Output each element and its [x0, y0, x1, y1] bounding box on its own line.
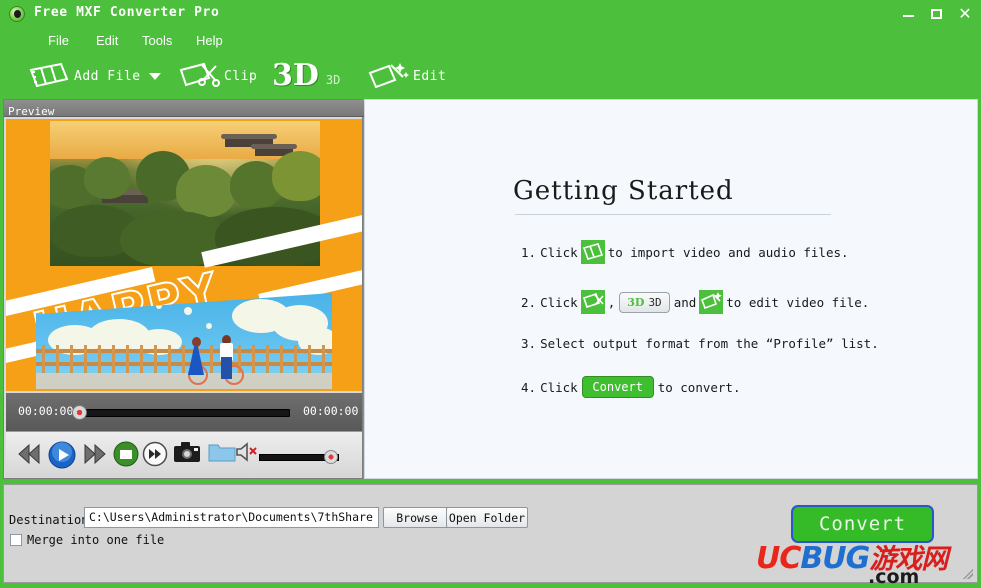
browse-button[interactable]: Browse: [383, 507, 451, 528]
preview-label: Preview: [8, 103, 54, 120]
three-d-badge-label: 3D: [648, 296, 661, 309]
step-3-number: 3.: [521, 336, 536, 351]
step-2: 2. Click , 3D 3D and: [521, 290, 869, 314]
three-d-button[interactable]: 3D 3D: [272, 55, 340, 97]
step-3: 3. Select output format from the “Profil…: [521, 336, 879, 351]
step-2-pre: Click: [540, 295, 578, 310]
player-controls: [6, 431, 362, 477]
speaker-mute-icon[interactable]: [235, 441, 259, 467]
window-title: Free MXF Converter Pro: [34, 5, 219, 20]
preview-panel: Preview: [3, 99, 363, 479]
step-4-post: to convert.: [658, 380, 741, 395]
magic-wand-edit-icon: [367, 61, 409, 91]
clip-icon[interactable]: [581, 290, 605, 314]
step-1: 1. Click to import video and audio files…: [521, 240, 849, 264]
edit-button[interactable]: Edit: [367, 55, 446, 97]
resize-grip[interactable]: [963, 569, 973, 579]
camera-icon[interactable]: [173, 441, 201, 469]
menu-item-tools[interactable]: Tools: [138, 31, 176, 50]
step-1-number: 1.: [521, 245, 536, 260]
menu-bar: File Edit Tools Help: [0, 28, 981, 54]
merge-label: Merge into one file: [27, 533, 164, 547]
convert-button[interactable]: Convert: [791, 505, 934, 543]
scissors-clip-icon: [178, 61, 220, 91]
application-window: Free MXF Converter Pro ✕ File Edit Tools…: [0, 0, 981, 586]
convert-inline-button[interactable]: Convert: [582, 376, 654, 398]
step-1-pre: Click: [540, 245, 578, 260]
three-d-badge-mark: 3D: [627, 296, 644, 309]
edit-label: Edit: [413, 69, 446, 84]
film-strip-icon: [28, 61, 70, 91]
clip-button[interactable]: Clip: [178, 55, 257, 97]
current-time: 00:00:00: [18, 404, 73, 418]
add-file-icon[interactable]: [581, 240, 605, 264]
step-1-post: to import video and audio files.: [608, 245, 849, 260]
minimize-icon[interactable]: [901, 6, 917, 22]
step-2-and: and: [674, 295, 697, 310]
stop-button[interactable]: [113, 441, 139, 471]
step-3-text: Select output format from the “Profile” …: [540, 336, 879, 351]
add-file-label: Add File: [74, 69, 141, 84]
step-4: 4. Click Convert to convert.: [521, 376, 741, 398]
folder-icon[interactable]: [208, 441, 236, 467]
fast-forward-button[interactable]: [82, 441, 108, 471]
seek-handle[interactable]: [72, 405, 87, 420]
fence: [36, 345, 332, 373]
three-d-label: 3D: [326, 73, 340, 87]
menu-item-edit[interactable]: Edit: [92, 31, 122, 50]
three-d-big-label: 3D: [272, 61, 319, 91]
chevron-down-icon[interactable]: [149, 73, 161, 80]
getting-started-panel: Getting Started 1. Click to import video…: [364, 99, 978, 479]
play-button[interactable]: [48, 441, 76, 473]
page-title: Getting Started: [513, 176, 734, 206]
close-icon[interactable]: ✕: [957, 6, 973, 22]
step-2-number: 2.: [521, 295, 536, 310]
video-preview-area[interactable]: HAPPY LIFE: [6, 119, 362, 391]
rewind-button[interactable]: [16, 441, 42, 471]
seek-bar: 00:00:00 00:00:00: [6, 393, 362, 431]
merge-into-one-file-checkbox[interactable]: Merge into one file: [10, 533, 164, 547]
clip-label: Clip: [224, 69, 257, 84]
destination-label: Destination:: [9, 513, 96, 527]
step-2-post: to edit video file.: [726, 295, 869, 310]
edit-icon[interactable]: [699, 290, 723, 314]
add-file-button[interactable]: Add File: [28, 55, 161, 97]
open-folder-button[interactable]: Open Folder: [446, 507, 528, 528]
title-divider: [515, 214, 831, 215]
total-time: 00:00:00: [303, 404, 358, 418]
step-4-pre: Click: [540, 380, 578, 395]
step-2-mid: ,: [608, 295, 616, 310]
maximize-icon[interactable]: [929, 6, 945, 22]
volume-handle[interactable]: [324, 450, 338, 464]
preview-header: Preview: [4, 100, 364, 117]
menu-item-file[interactable]: File: [44, 31, 73, 50]
three-d-badge[interactable]: 3D 3D: [619, 292, 669, 313]
title-bar: Free MXF Converter Pro ✕: [0, 0, 981, 28]
window-controls: ✕: [901, 5, 973, 23]
app-logo-icon: [9, 6, 25, 22]
destination-input[interactable]: C:\Users\Administrator\Documents\7thShar…: [84, 507, 379, 528]
seek-track[interactable]: [78, 409, 290, 417]
checkbox-icon[interactable]: [10, 534, 22, 546]
next-frame-button[interactable]: [142, 441, 168, 471]
toolbar: Add File Clip 3D 3D: [0, 55, 981, 97]
step-4-number: 4.: [521, 380, 536, 395]
menu-item-help[interactable]: Help: [192, 31, 227, 50]
